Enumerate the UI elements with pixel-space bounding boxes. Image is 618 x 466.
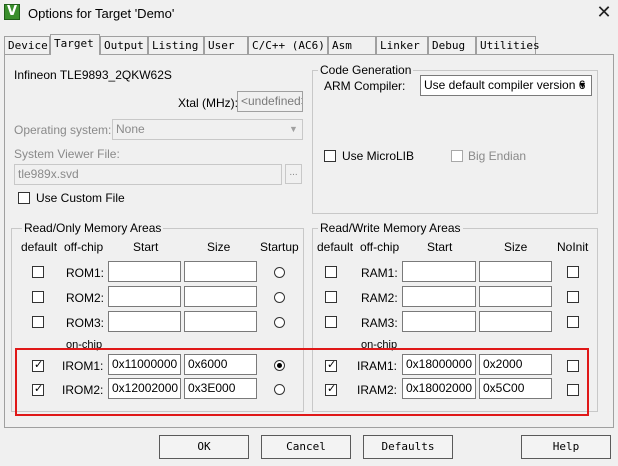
svd-label: System Viewer File: — [14, 147, 120, 161]
ram2-default-checkbox[interactable] — [325, 291, 337, 303]
device-name: Infineon TLE9893_2QKW62S — [14, 68, 172, 82]
use-custom-file-label: Use Custom File — [36, 191, 125, 205]
ram2-noinit-checkbox[interactable] — [567, 291, 579, 303]
ram1-start-input[interactable] — [402, 261, 476, 282]
ram3-noinit-checkbox[interactable] — [567, 316, 579, 328]
ro-header-start: Start — [133, 240, 159, 254]
rw-header-start: Start — [427, 240, 453, 254]
rom2-start-input[interactable] — [108, 286, 181, 307]
chevron-down-icon: ▼ — [578, 80, 587, 90]
rw-header-noinit: NoInit — [557, 240, 589, 254]
ram2-size-input[interactable] — [479, 286, 552, 307]
ram3-start-input[interactable] — [402, 311, 476, 332]
tab-device[interactable]: Device — [4, 36, 50, 54]
xtal-label: Xtal (MHz): — [178, 96, 238, 110]
ram1-size-input[interactable] — [479, 261, 552, 282]
ram2-label: RAM2: — [361, 291, 398, 305]
ram3-label: RAM3: — [361, 316, 398, 330]
ro-header-size: Size — [207, 240, 231, 254]
chevron-down-icon: ▼ — [289, 124, 298, 134]
big-endian-checkbox[interactable] — [451, 150, 463, 162]
xtal-input[interactable]: <undefined> — [237, 91, 303, 112]
ro-header-offchip: off-chip — [64, 240, 104, 254]
rom1-label: ROM1: — [66, 266, 105, 280]
rom1-default-checkbox[interactable] — [32, 266, 44, 278]
rom1-start-input[interactable] — [108, 261, 181, 282]
rom2-startup-radio[interactable] — [274, 292, 285, 303]
rom2-label: ROM2: — [66, 291, 105, 305]
use-microlib-checkbox[interactable] — [324, 150, 336, 162]
rw-header-offchip: off-chip — [360, 240, 400, 254]
ro-memory-title: Read/Only Memory Areas — [22, 221, 164, 235]
rom3-default-checkbox[interactable] — [32, 316, 44, 328]
big-endian-label: Big Endian — [468, 149, 527, 163]
window-title: Options for Target 'Demo' — [28, 6, 175, 21]
rom3-size-input[interactable] — [184, 311, 257, 332]
os-select-value: None — [116, 122, 145, 136]
cancel-button[interactable]: Cancel — [261, 435, 351, 459]
rom1-size-input[interactable] — [184, 261, 257, 282]
ram2-start-input[interactable] — [402, 286, 476, 307]
tab-user[interactable]: User — [204, 36, 248, 54]
os-label: Operating system: — [14, 123, 112, 137]
ok-button[interactable]: OK — [159, 435, 249, 459]
tab-linker[interactable]: Linker — [376, 36, 428, 54]
arm-compiler-label: ARM Compiler: — [324, 79, 406, 93]
close-icon[interactable]: ✕ — [592, 2, 616, 24]
ram3-size-input[interactable] — [479, 311, 552, 332]
rw-header-size: Size — [504, 240, 528, 254]
defaults-button[interactable]: Defaults — [363, 435, 453, 459]
os-select[interactable]: None ▼ — [112, 119, 303, 140]
help-button[interactable]: Help — [521, 435, 611, 459]
code-generation-title: Code Generation — [318, 63, 414, 77]
rom2-size-input[interactable] — [184, 286, 257, 307]
rom3-label: ROM3: — [66, 316, 105, 330]
ram1-default-checkbox[interactable] — [325, 266, 337, 278]
arm-compiler-value: Use default compiler version 6 — [424, 78, 586, 92]
rom1-startup-radio[interactable] — [274, 267, 285, 278]
svd-browse-button[interactable]: ... — [285, 164, 302, 184]
highlight-box — [15, 348, 589, 416]
rw-header-default: default — [317, 240, 354, 254]
tab-listing[interactable]: Listing — [148, 36, 204, 54]
keil-uvision-icon — [4, 4, 20, 20]
rom3-startup-radio[interactable] — [274, 317, 285, 328]
ro-header-default: default — [21, 240, 58, 254]
tab-asm[interactable]: Asm — [328, 36, 376, 54]
rw-memory-title: Read/Write Memory Areas — [318, 221, 463, 235]
tab-target[interactable]: Target — [50, 34, 100, 55]
tab-utilities[interactable]: Utilities — [476, 36, 540, 54]
rom2-default-checkbox[interactable] — [32, 291, 44, 303]
ram3-default-checkbox[interactable] — [325, 316, 337, 328]
ro-header-startup: Startup — [260, 240, 299, 254]
tab-c-cpp-ac6[interactable]: C/C++ (AC6) — [248, 36, 328, 54]
arm-compiler-select[interactable]: Use default compiler version 6 ▼ — [420, 75, 592, 96]
tab-output[interactable]: Output — [100, 36, 148, 54]
rom3-start-input[interactable] — [108, 311, 181, 332]
ram1-noinit-checkbox[interactable] — [567, 266, 579, 278]
tab-debug[interactable]: Debug — [428, 36, 476, 54]
ram1-label: RAM1: — [361, 266, 398, 280]
use-custom-file-checkbox[interactable] — [18, 192, 30, 204]
use-microlib-label: Use MicroLIB — [342, 149, 415, 163]
svd-input[interactable]: tle989x.svd — [14, 164, 282, 185]
